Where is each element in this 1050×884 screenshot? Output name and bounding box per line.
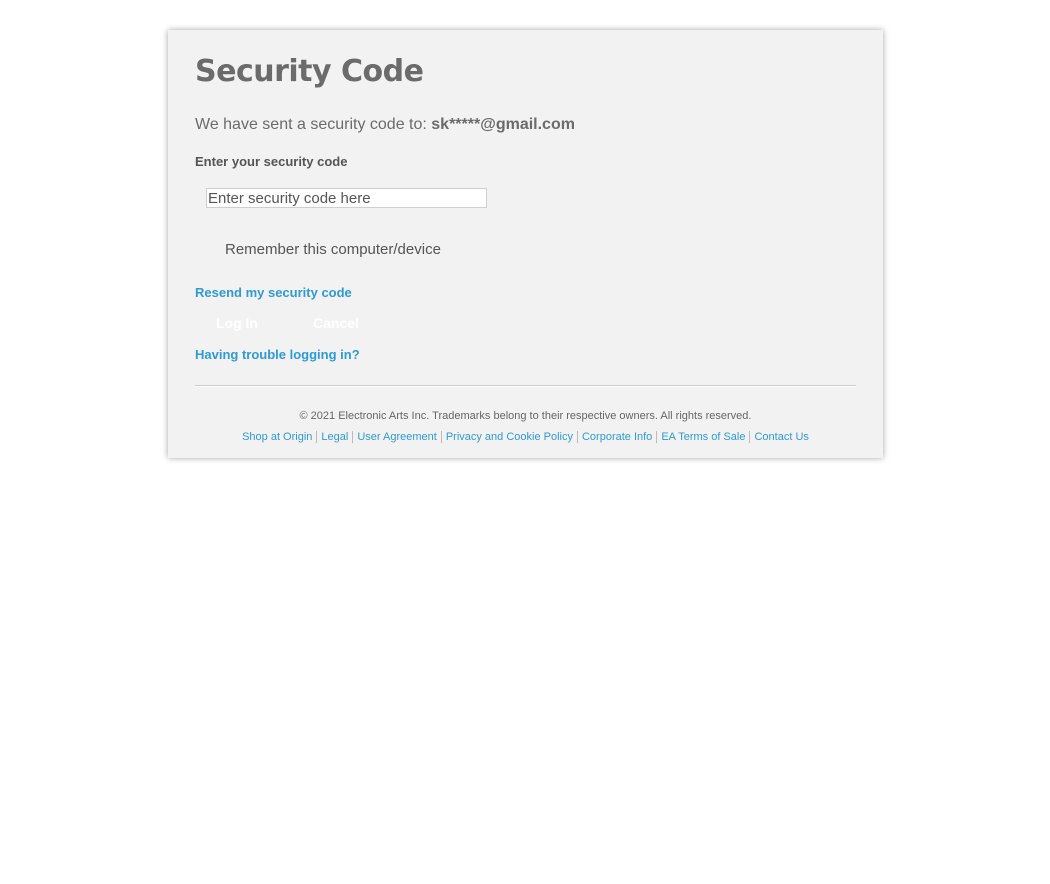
remember-device-label[interactable]: Remember this computer/device (225, 241, 441, 258)
footer-link-ea-terms-of-sale[interactable]: EA Terms of Sale (656, 431, 750, 443)
footer-divider (195, 385, 856, 387)
footer-links: Shop at Origin Legal User Agreement Privacy… (168, 431, 883, 443)
footer-link-contact-us[interactable]: Contact Us (749, 431, 813, 443)
footer-link-shop-at-origin[interactable]: Shop at Origin (238, 431, 316, 443)
code-sent-message: We have sent a security code to: sk*****… (195, 116, 575, 134)
footer-link-privacy-cookie-policy[interactable]: Privacy and Cookie Policy (440, 431, 577, 443)
trouble-logging-in-link[interactable]: Having trouble logging in? (195, 347, 360, 362)
footer-link-user-agreement[interactable]: User Agreement (352, 431, 441, 443)
footer-link-corporate-info[interactable]: Corporate Info (576, 431, 657, 443)
cancel-button[interactable]: Cancel (313, 315, 359, 331)
code-sent-prefix: We have sent a security code to: (195, 116, 427, 133)
security-code-label: Enter your security code (195, 154, 348, 169)
security-code-panel: Security Code We have sent a security co… (168, 30, 883, 458)
masked-email: sk*****@gmail.com (431, 116, 575, 133)
log-in-button[interactable]: Log In (216, 315, 258, 331)
copyright-text: © 2021 Electronic Arts Inc. Trademarks b… (299, 410, 752, 422)
page-title: Security Code (195, 54, 424, 89)
resend-code-link[interactable]: Resend my security code (195, 285, 352, 300)
footer-link-legal[interactable]: Legal (316, 431, 353, 443)
security-code-input[interactable] (206, 188, 487, 208)
